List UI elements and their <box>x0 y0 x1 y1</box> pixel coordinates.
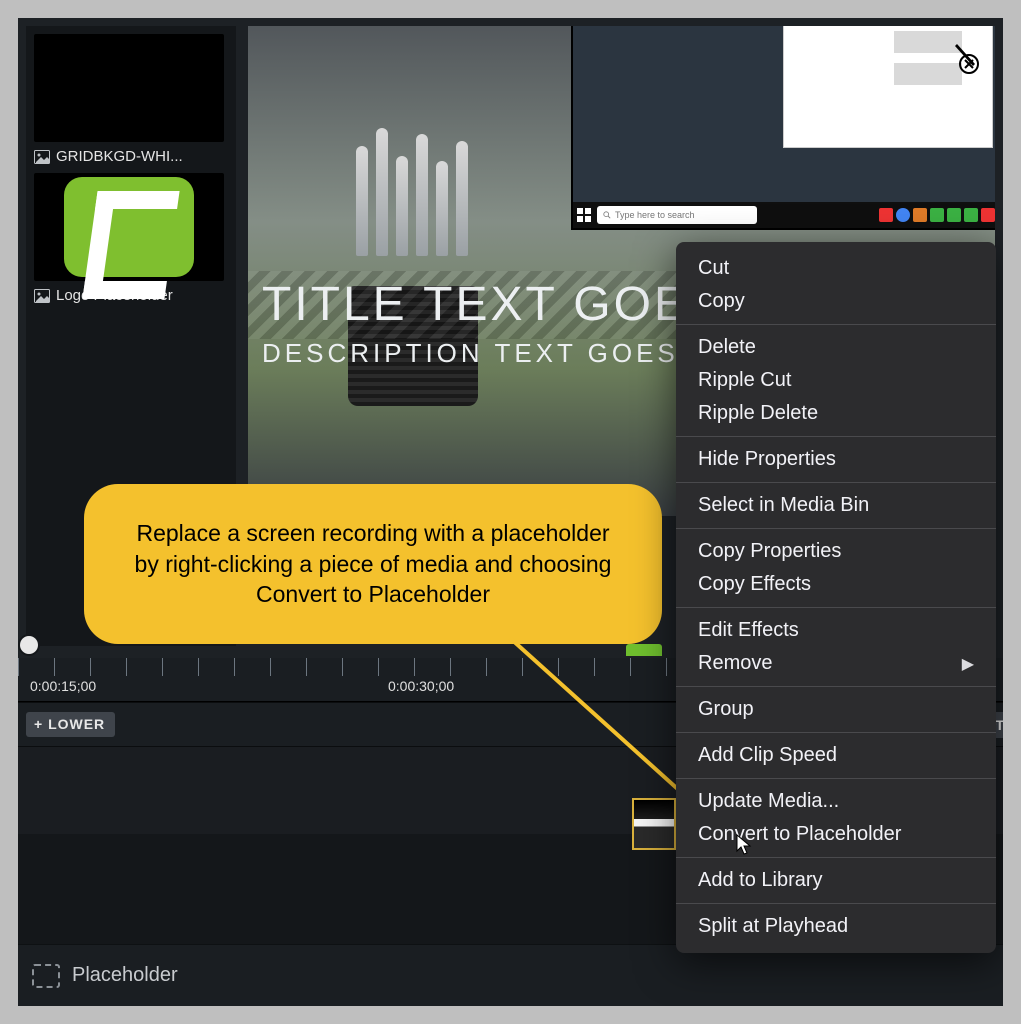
media-thumbnail <box>34 34 224 142</box>
menu-item-ripple-delete[interactable]: Ripple Delete <box>676 397 996 430</box>
context-menu: CutCopy DeleteRipple CutRipple Delete Hide… <box>676 242 996 953</box>
menu-item-copy-effects[interactable]: Copy Effects <box>676 568 996 601</box>
time-mark: 0:00:15;00 <box>30 678 96 694</box>
camtasia-logo-icon <box>64 177 194 277</box>
menu-item-copy-properties[interactable]: Copy Properties <box>676 535 996 568</box>
mock-tray-icons <box>879 208 995 222</box>
app-frame: GRIDBKGD-WHI... Logo Placeholder <box>18 18 1003 1006</box>
close-icon[interactable] <box>953 44 983 74</box>
menu-item-add-clip-speed[interactable]: Add Clip Speed <box>676 739 996 772</box>
menu-item-edit-effects[interactable]: Edit Effects <box>676 614 996 647</box>
chevron-right-icon: ▶ <box>962 654 974 674</box>
menu-item-convert-to-placeholder[interactable]: Convert to Placeholder <box>676 818 996 851</box>
image-icon <box>34 289 50 303</box>
menu-item-ripple-cut[interactable]: Ripple Cut <box>676 364 996 397</box>
placeholder-track[interactable]: Placeholder <box>18 944 1003 1006</box>
menu-item-add-to-library[interactable]: Add to Library <box>676 864 996 897</box>
playhead-marker[interactable] <box>626 644 662 656</box>
menu-item-split-at-playhead[interactable]: Split at Playhead <box>676 910 996 943</box>
menu-item-copy[interactable]: Copy <box>676 285 996 318</box>
mock-search-placeholder: Type here to search <box>615 210 695 220</box>
media-item-gridbkgd[interactable]: GRIDBKGD-WHI... <box>34 34 224 165</box>
annotation-callout: Replace a screen recording with a placeh… <box>84 484 662 644</box>
mock-taskbar: Type here to search <box>573 202 995 228</box>
menu-item-delete[interactable]: Delete <box>676 331 996 364</box>
time-mark: 0:00:30;00 <box>388 678 454 694</box>
media-thumbnail <box>34 173 224 281</box>
zoom-slider-knob[interactable] <box>20 636 38 654</box>
media-item-logo[interactable]: Logo Placeholder <box>34 173 224 304</box>
mock-taskbar-search: Type here to search <box>597 206 757 224</box>
callout-text: Replace a screen recording with a placeh… <box>122 518 624 609</box>
media-item-label: GRIDBKGD-WHI... <box>56 148 183 165</box>
placeholder-track-label: Placeholder <box>72 964 178 987</box>
menu-item-select-in-media-bin[interactable]: Select in Media Bin <box>676 489 996 522</box>
menu-item-cut[interactable]: Cut <box>676 252 996 285</box>
timeline-clip[interactable] <box>632 798 676 850</box>
embedded-desktop-mock: Type here to search <box>571 26 995 230</box>
image-icon <box>34 150 50 164</box>
menu-item-remove[interactable]: Remove▶ <box>676 647 996 680</box>
menu-item-update-media[interactable]: Update Media... <box>676 785 996 818</box>
menu-item-hide-properties[interactable]: Hide Properties <box>676 443 996 476</box>
placeholder-icon <box>32 964 60 988</box>
windows-start-icon <box>577 208 591 222</box>
menu-item-group[interactable]: Group <box>676 693 996 726</box>
add-lower-button[interactable]: + LOWER <box>26 712 115 737</box>
